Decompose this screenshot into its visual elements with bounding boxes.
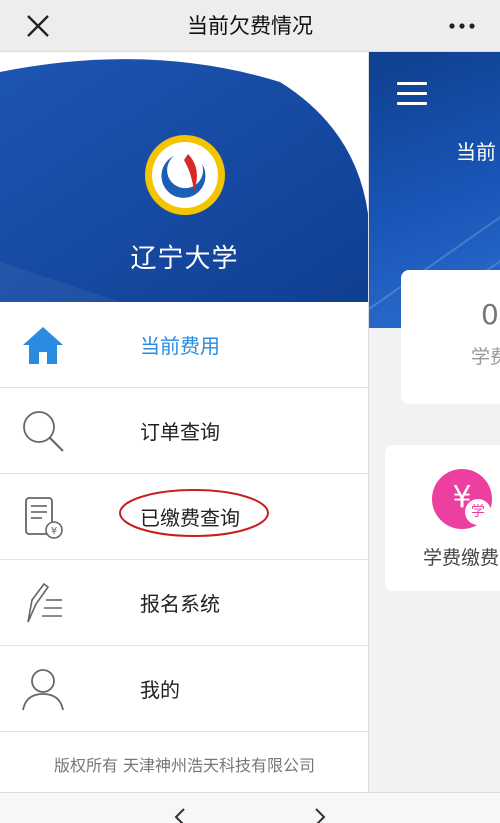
balance-value: 0	[481, 298, 499, 331]
tuition-payment-card[interactable]: ¥ 学 学费缴费	[385, 445, 500, 591]
menu-item-order-query[interactable]: 订单查询	[0, 388, 368, 474]
hamburger-menu-icon[interactable]	[397, 82, 427, 106]
page-title: 当前欠费情况	[187, 14, 313, 38]
svg-text:¥: ¥	[51, 526, 57, 537]
more-icon[interactable]	[448, 16, 476, 36]
menu-item-registration[interactable]: 报名系统	[0, 560, 368, 646]
tuition-badge: 学	[465, 499, 491, 525]
main-title: 当前	[456, 140, 496, 164]
top-bar: 当前欠费情况	[0, 0, 500, 52]
university-logo	[145, 135, 225, 215]
menu-label-mine: 我的	[140, 678, 180, 702]
menu-label-current-fees: 当前费用	[140, 334, 220, 358]
balance-label: 学费	[471, 346, 500, 368]
copyright-footer: 版权所有 天津神州浩天科技有限公司	[53, 756, 316, 775]
pen-icon	[27, 582, 62, 623]
back-arrow-icon[interactable]	[170, 807, 190, 823]
menu-item-paid-query[interactable]: ¥ 已缴费查询	[0, 474, 368, 560]
side-drawer: 辽宁大学 当前费用 订单查询 ¥ 已缴费查询 报名系统 我的 版权所有 天津神州…	[0, 52, 369, 792]
menu-item-mine[interactable]: 我的	[0, 646, 368, 732]
drawer-header: 辽宁大学	[0, 52, 368, 302]
bottom-nav-bar	[0, 792, 500, 823]
receipt-icon: ¥	[25, 497, 63, 539]
balance-card[interactable]: 0 学费	[401, 270, 500, 404]
search-icon	[23, 411, 64, 452]
tuition-label: 学费缴费	[423, 547, 500, 569]
school-name: 辽宁大学	[130, 244, 239, 274]
menu-item-current-fees[interactable]: 当前费用	[0, 302, 368, 388]
user-icon	[22, 669, 64, 711]
menu-label-registration: 报名系统	[140, 592, 220, 616]
menu-label-order-query: 订单查询	[140, 420, 220, 444]
annotation-circle	[119, 489, 269, 537]
home-icon	[23, 327, 63, 364]
forward-arrow-icon[interactable]	[310, 807, 330, 823]
main-page: 当前 0 学费 ¥ 学 学费缴费	[369, 52, 500, 793]
